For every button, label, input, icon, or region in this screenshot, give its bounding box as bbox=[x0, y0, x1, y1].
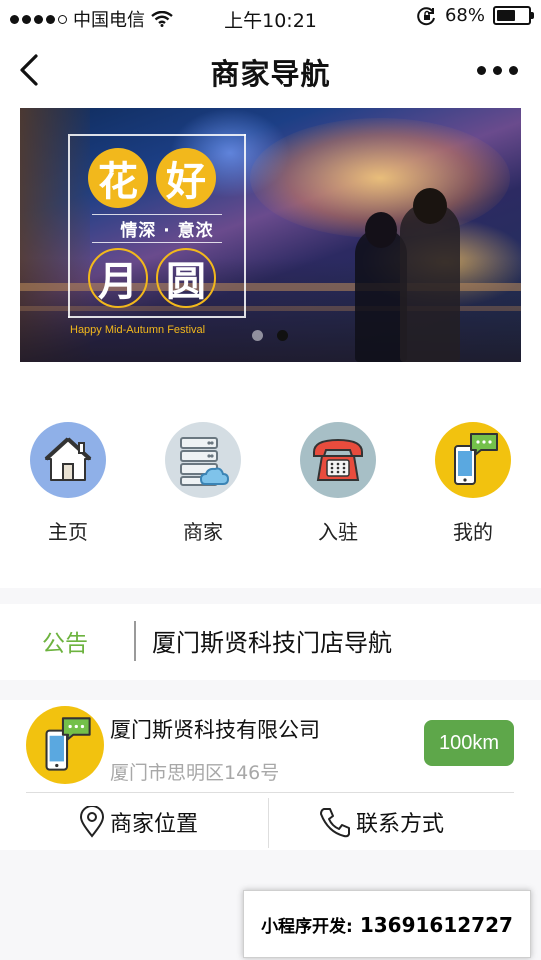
menu-label: 入驻 bbox=[318, 520, 358, 544]
more-dots-icon bbox=[477, 65, 486, 75]
more-button[interactable] bbox=[477, 60, 519, 80]
menu-item-home[interactable]: 主页 bbox=[13, 422, 123, 572]
status-right: 68% bbox=[417, 5, 534, 26]
banner-section: 花 好 情深 · 意浓 月 圆 Happy Mid-Autumn Festiva… bbox=[0, 104, 541, 382]
merchant-name: 厦门斯贤科技有限公司 bbox=[110, 718, 320, 742]
quick-menu: 主页 商家 入驻 我的 bbox=[0, 382, 541, 588]
notice-text: 厦门斯贤科技门店导航 bbox=[152, 629, 392, 657]
menu-label: 商家 bbox=[183, 520, 223, 544]
home-icon bbox=[30, 422, 106, 498]
merchant-card[interactable]: 厦门斯贤科技有限公司 厦门市思明区146号 100km 商家位置 联系方式 bbox=[0, 700, 541, 850]
battery-percent: 68% bbox=[444, 5, 485, 26]
phone-icon bbox=[320, 808, 350, 838]
battery-icon bbox=[493, 6, 534, 25]
merchant-address: 厦门市思明区146号 bbox=[110, 762, 280, 784]
banner-english-text: Happy Mid-Autumn Festival bbox=[70, 324, 206, 336]
ad-label: 小程序开发: bbox=[261, 916, 353, 937]
menu-label: 我的 bbox=[453, 520, 493, 544]
banner-char: 花 bbox=[88, 148, 148, 208]
menu-label: 主页 bbox=[48, 520, 88, 544]
carousel-dot-active[interactable] bbox=[277, 330, 288, 341]
banner-char: 好 bbox=[156, 148, 216, 208]
telephone-icon bbox=[300, 422, 376, 498]
carousel-indicator[interactable] bbox=[252, 330, 288, 341]
server-cloud-icon bbox=[165, 422, 241, 498]
ad-phone: 13691612727 bbox=[359, 912, 513, 937]
notice-bar[interactable]: 公告 厦门斯贤科技门店导航 bbox=[0, 604, 541, 680]
nav-bar: 商家导航 bbox=[0, 36, 541, 104]
rotation-lock-icon bbox=[417, 6, 435, 25]
notice-tag: 公告 bbox=[42, 631, 88, 657]
merchant-logo bbox=[26, 706, 104, 784]
banner-char: 月 bbox=[88, 248, 148, 308]
menu-item-mine[interactable]: 我的 bbox=[418, 422, 528, 572]
contact-label: 联系方式 bbox=[356, 812, 445, 837]
phone-chat-icon bbox=[435, 422, 511, 498]
location-button[interactable]: 商家位置 bbox=[78, 800, 198, 844]
banner-carousel[interactable]: 花 好 情深 · 意浓 月 圆 Happy Mid-Autumn Festiva… bbox=[20, 108, 521, 362]
ad-content: 小程序开发: 13691612727 bbox=[261, 912, 513, 937]
dev-contact-ad[interactable]: 小程序开发: 13691612727 bbox=[243, 890, 531, 958]
menu-item-merchant[interactable]: 商家 bbox=[148, 422, 258, 572]
contact-button[interactable]: 联系方式 bbox=[318, 800, 444, 844]
notice-divider bbox=[134, 621, 136, 661]
card-divider bbox=[26, 792, 514, 793]
menu-item-join[interactable]: 入驻 bbox=[283, 422, 393, 572]
banner-subtitle: 情深 · 意浓 bbox=[120, 221, 214, 241]
location-pin-icon bbox=[79, 806, 105, 838]
banner-char: 圆 bbox=[156, 248, 216, 308]
distance-badge: 100km bbox=[424, 720, 514, 766]
carousel-dot[interactable] bbox=[252, 330, 263, 341]
action-divider bbox=[268, 798, 269, 848]
status-bar: 中国电信 上午10:21 68% bbox=[0, 0, 541, 36]
phone-chat-icon bbox=[45, 717, 91, 771]
page-title: 商家导航 bbox=[210, 57, 331, 91]
location-label: 商家位置 bbox=[110, 812, 199, 837]
